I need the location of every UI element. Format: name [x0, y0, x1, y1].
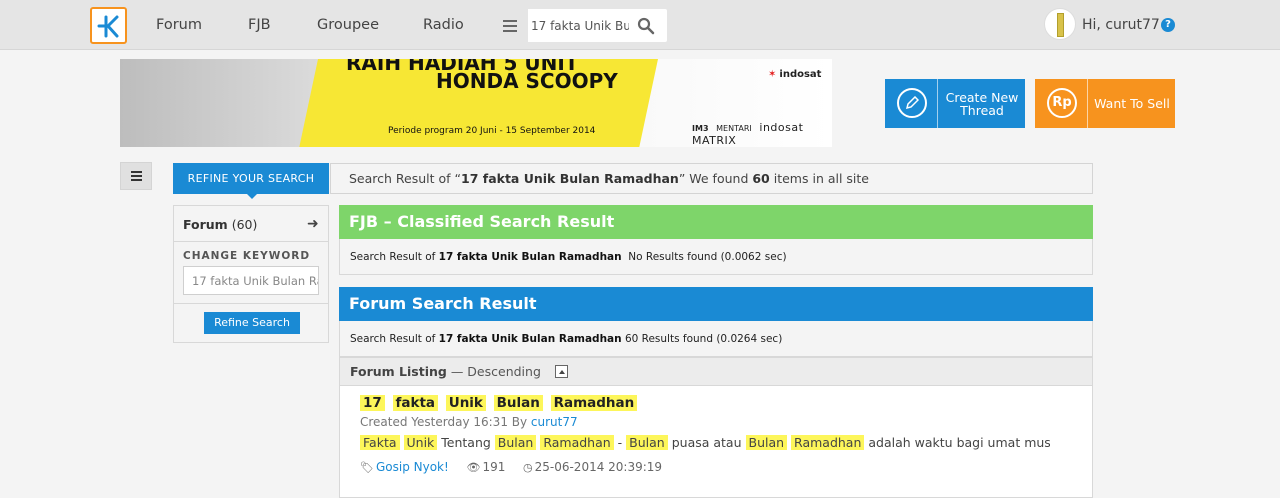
thread-views: 191: [482, 460, 506, 474]
nav-fjb[interactable]: FJB: [248, 17, 271, 33]
banner-title: HONDA SCOOPY: [436, 69, 618, 93]
kaskus-logo[interactable]: [90, 7, 127, 44]
nav-forum[interactable]: Forum: [156, 17, 202, 33]
kaskus-logo-icon: [97, 15, 119, 38]
thread-date: 25-06-2014 20:39:19: [534, 460, 663, 474]
forum-result-info: Search Result of 17 fakta Unik Bulan Ram…: [339, 321, 1093, 357]
list-item: 17 fakta Unik Bulan Ramadhan Created Yes…: [339, 386, 1093, 498]
title-word: Ramadhan: [550, 395, 638, 411]
create-thread-button[interactable]: Create New Thread: [885, 79, 1025, 128]
arrow-right-icon: ➜: [307, 216, 319, 232]
snippet-text: Tentang: [437, 435, 495, 450]
collapse-icon[interactable]: [554, 365, 568, 378]
highlighted-term: Bulan: [494, 435, 537, 450]
indosat-logo: ✶ indosat: [768, 69, 822, 80]
search-box: [491, 9, 667, 42]
title-word: 17: [360, 395, 385, 411]
search-menu-button[interactable]: [491, 9, 528, 42]
thread-footer: 🏷 Gosip Nyok! 👁 191 ◷ 25-06-2014 20:39:19: [360, 460, 662, 474]
refine-search-tab[interactable]: REFINE YOUR SEARCH: [173, 163, 329, 199]
fjb-result-header: FJB – Classified Search Result: [339, 205, 1093, 239]
snippet-text: [400, 435, 404, 450]
search-icon[interactable]: [637, 17, 655, 35]
search-result-summary: Search Result of “17 fakta Unik Bulan Ra…: [330, 163, 1093, 194]
top-navbar: Forum FJB Groupee Radio Hi, curut77 ?: [0, 0, 1280, 50]
want-to-sell-button[interactable]: Rp Want To Sell: [1035, 79, 1175, 128]
highlighted-term: Bulan: [745, 435, 788, 450]
forum-listing-bar: Forum Listing — Descending: [339, 357, 1093, 386]
snippet-text: -: [613, 435, 627, 450]
promo-banner[interactable]: RAIH HADIAH 5 UNIT HONDA SCOOPY Periode …: [120, 59, 832, 147]
nav-radio[interactable]: Radio: [423, 17, 464, 33]
refine-search-button[interactable]: Refine Search: [204, 312, 300, 334]
clock-icon: ◷: [523, 461, 533, 474]
nav-groupee[interactable]: Groupee: [317, 17, 379, 33]
highlighted-term: Unik: [403, 435, 438, 450]
hamburger-icon: [131, 171, 142, 173]
search-input[interactable]: [531, 16, 629, 36]
sidebar-toggle-button[interactable]: [120, 162, 152, 190]
banner-period: Periode program 20 Juni - 15 September 2…: [388, 126, 596, 136]
title-word: Unik: [445, 395, 486, 411]
create-thread-label: Create New Thread: [945, 89, 1019, 118]
forum-filter[interactable]: Forum (60) ➜: [174, 206, 328, 242]
rupiah-icon: Rp: [1047, 88, 1077, 118]
title-word: Bulan: [493, 395, 543, 411]
highlighted-term: Fakta: [360, 435, 400, 450]
highlighted-term: Bulan: [626, 435, 668, 450]
tag-icon: 🏷: [360, 461, 374, 474]
refine-panel: Forum (60) ➜ CHANGE KEYWORD Refine Searc…: [173, 205, 329, 343]
user-greeting[interactable]: Hi, curut77: [1082, 17, 1160, 33]
banner-brand-logos: IM3 MENTARI indosat MATRIX: [692, 121, 804, 147]
keyword-input[interactable]: [183, 266, 319, 295]
fjb-result-info: Search Result of 17 fakta Unik Bulan Ram…: [339, 239, 1093, 275]
thread-meta: Created Yesterday 16:31 By curut77: [360, 415, 578, 429]
thread-snippet: Fakta Unik Tentang Bulan Ramadhan - Bula…: [360, 435, 1050, 450]
help-icon[interactable]: ?: [1161, 18, 1175, 32]
want-to-sell-label: Want To Sell: [1094, 96, 1170, 111]
snippet-text: puasa atau: [667, 435, 746, 450]
snippet-text: adalah waktu bagi umat muslim d: [868, 435, 1050, 450]
hamburger-icon: [503, 20, 517, 22]
forum-result-header: Forum Search Result: [339, 287, 1093, 321]
caret-down-icon: [247, 194, 257, 199]
eye-icon: 👁: [466, 461, 481, 474]
thread-author-link[interactable]: curut77: [531, 415, 578, 429]
thread-category-link[interactable]: Gosip Nyok!: [376, 460, 449, 474]
title-word: fakta: [392, 395, 439, 411]
user-avatar[interactable]: [1044, 8, 1076, 40]
highlighted-term: Ramadhan: [540, 435, 614, 450]
thread-title[interactable]: 17 fakta Unik Bulan Ramadhan: [360, 395, 638, 411]
change-keyword-label: CHANGE KEYWORD: [183, 250, 311, 262]
pencil-icon: [897, 88, 927, 118]
highlighted-term: Ramadhan: [791, 435, 865, 450]
